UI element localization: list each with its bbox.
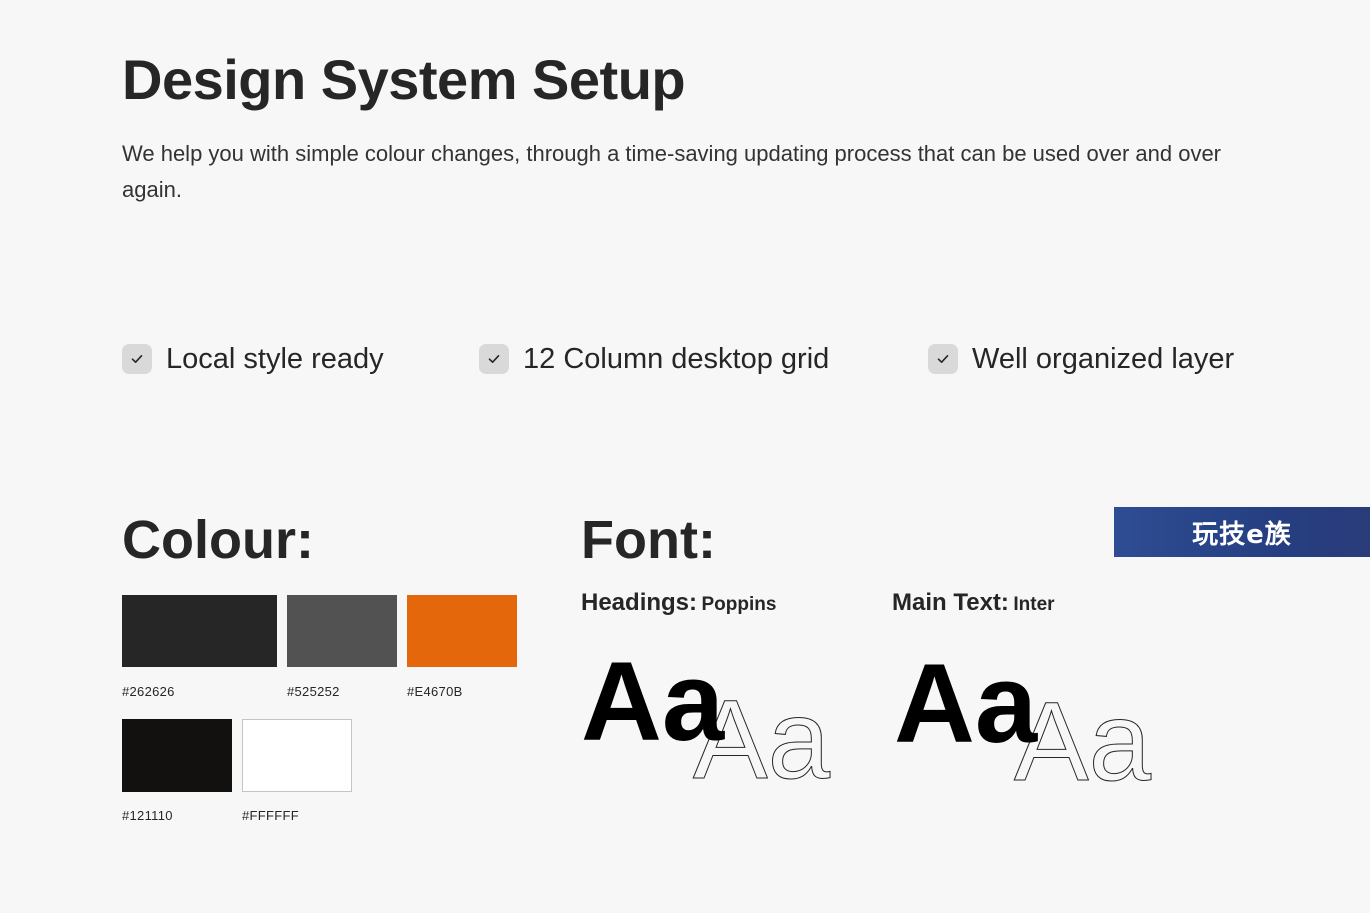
colour-swatch bbox=[407, 595, 517, 667]
main-text-font-family: Inter bbox=[1013, 594, 1055, 615]
checkmark-icon bbox=[479, 344, 509, 374]
headings-sample-solid: Aa bbox=[581, 640, 725, 764]
colour-section-title: Colour: bbox=[122, 510, 314, 570]
feature-label: Well organized layer bbox=[972, 343, 1235, 375]
colour-swatch-code: #121110 bbox=[122, 808, 173, 823]
colour-swatch bbox=[287, 595, 397, 667]
feature-list: Local style ready 12 Column desktop grid… bbox=[0, 337, 1370, 381]
feature-label: Local style ready bbox=[166, 343, 384, 375]
feature-label: 12 Column desktop grid bbox=[523, 343, 830, 375]
watermark-logo: 玩技e族 bbox=[1114, 507, 1370, 557]
main-text-font-label: Main Text: Inter bbox=[892, 588, 1055, 621]
headings-font-key: Headings: bbox=[581, 589, 698, 616]
main-text-font-key: Main Text: bbox=[892, 589, 1009, 616]
colour-swatch bbox=[242, 719, 352, 792]
colour-swatch bbox=[122, 595, 277, 667]
colour-swatch-code: #E4670B bbox=[407, 684, 463, 699]
colour-swatch bbox=[122, 719, 232, 792]
main-text-sample-solid: Aa bbox=[894, 641, 1038, 766]
page-description: We help you with simple colour changes, … bbox=[122, 141, 1222, 202]
colour-swatch-code: #262626 bbox=[122, 684, 175, 699]
watermark-text: 玩技e族 bbox=[1192, 519, 1292, 550]
colour-swatch-code: #525252 bbox=[287, 684, 340, 699]
headings-font-family: Poppins bbox=[701, 594, 777, 615]
feature-item: Local style ready bbox=[122, 337, 384, 381]
checkmark-icon bbox=[928, 344, 958, 374]
page-title: Design System Setup bbox=[122, 48, 686, 111]
main-text-font-specimen: Aa Aa bbox=[894, 641, 1152, 790]
feature-item: 12 Column desktop grid bbox=[479, 337, 829, 381]
headings-font-label: Headings: Poppins bbox=[581, 588, 776, 621]
feature-item: Well organized layer bbox=[928, 337, 1234, 381]
font-section-title: Font: bbox=[581, 510, 716, 570]
colour-swatch-code: #FFFFFF bbox=[242, 808, 299, 823]
headings-font-specimen: Aa Aa bbox=[581, 640, 831, 790]
checkmark-icon bbox=[122, 344, 152, 374]
